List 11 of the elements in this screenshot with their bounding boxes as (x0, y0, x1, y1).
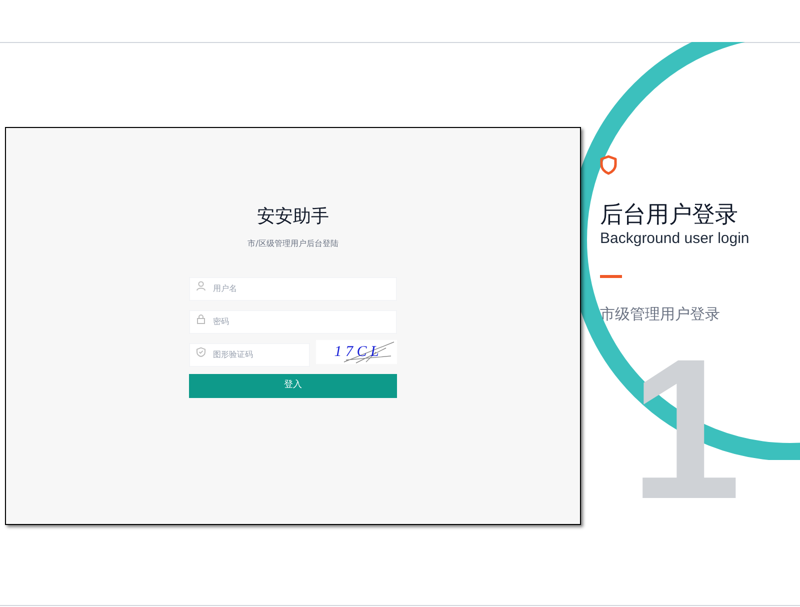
password-field[interactable]: 密码 (189, 310, 397, 334)
shield-icon (600, 155, 617, 175)
username-field[interactable]: 用户名 (189, 276, 397, 300)
login-button[interactable]: 登入 (189, 374, 397, 398)
login-subheading: Background user login (600, 230, 750, 248)
login-heading: 后台用户登录 (600, 201, 739, 230)
login-caption: 市级管理用户登录 (600, 304, 721, 324)
captcha-image[interactable]: 1 7 C L (316, 340, 397, 364)
app-title: 安安助手 (257, 205, 329, 229)
captcha-field[interactable]: 图形验证码 (189, 342, 310, 366)
app-subtitle: 市/区级管理用户后台登陆 (248, 238, 338, 250)
